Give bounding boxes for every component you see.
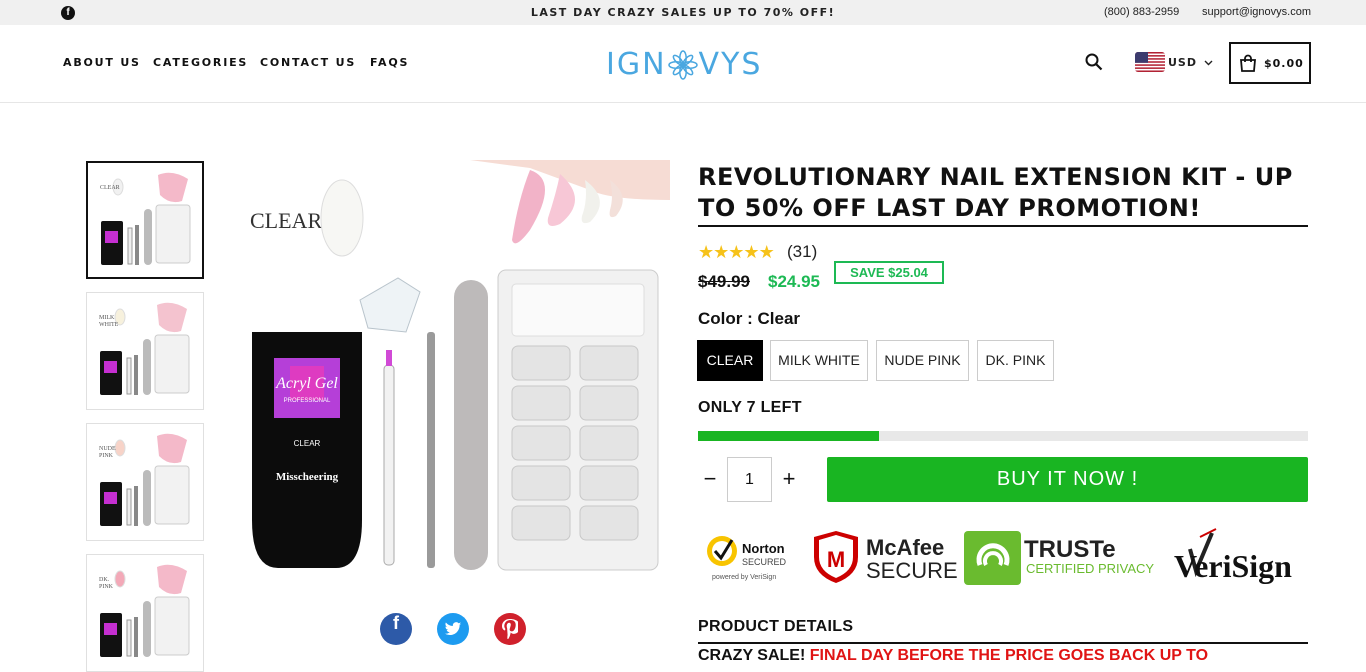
stock-label: ONLY 7 LEFT [698,399,802,416]
flower-icon [667,49,698,80]
announcement-bar: f LAST DAY CRAZY SALES UP TO 70% OFF! (8… [0,0,1366,25]
product-title: REVOLUTIONARY NAIL EXTENSION KIT - UP TO… [698,163,1293,222]
shopping-bag-icon [1240,54,1256,72]
norton-secured-badge: Norton SECURED powered by VeriSign [707,536,787,581]
details-text-red: FINAL DAY BEFORE THE PRICE GOES BACK UP … [809,647,1209,664]
verisign-badge: VeriSign [1174,528,1292,584]
stock-progress-fill [698,431,880,441]
details-text-black: CRAZY SALE! [698,647,810,664]
svg-text:M: M [827,547,845,572]
logo-text-left: IGN [606,47,667,82]
star-icon: ★ [743,242,759,262]
product-thumbnail-image [101,172,191,265]
cart-button[interactable]: $0.00 [1229,42,1311,84]
svg-text:Norton: Norton [742,541,785,556]
cart-total: $0.00 [1264,57,1304,70]
tube-maker: Misscheering [276,471,339,483]
nav-about-us[interactable]: ABOUT US [63,56,141,69]
nav-faqs[interactable]: FAQS [370,56,409,69]
title-divider [698,225,1308,227]
star-icon: ★ [698,242,714,262]
nav-categories[interactable]: CATEGORIES [153,56,248,69]
pinterest-glyph [502,619,520,640]
star-icon: ★ [713,242,729,262]
thumbnail-dk-pink[interactable]: DK. PINK [86,554,204,672]
thumbnail-label: DK. PINK [99,577,114,590]
product-thumbnail-image [100,433,190,526]
nav-contact-us[interactable]: CONTACT US [260,56,356,69]
logo-text-right: VYS [698,47,763,82]
facebook-icon[interactable]: f [380,613,412,645]
svg-text:SECURED: SECURED [742,557,787,567]
svg-text:McAfee: McAfee [866,535,944,560]
us-flag-icon[interactable] [1135,52,1165,72]
twitter-icon[interactable] [437,613,469,645]
currency-selector[interactable]: USD [1168,56,1213,69]
buy-it-now-button[interactable]: BUY IT NOW ! [827,457,1308,502]
tube-shade: CLEAR [294,439,321,448]
star-icon: ★ [728,242,744,262]
quantity-increase-button[interactable]: + [778,466,800,492]
color-label: Color : Clear [698,309,801,328]
thumbnail-nude-pink[interactable]: NUDE PINK [86,423,204,541]
rating-stars[interactable]: ★★★★★ [698,242,775,263]
thumbnail-label: NUDE PINK [99,446,116,459]
truste-certified-badge: TRUSTe CERTIFIED PRIVACY [964,531,1154,585]
currency-code: USD [1168,56,1197,69]
tube-subtitle: PROFESSIONAL [284,398,331,404]
pinterest-icon[interactable] [494,613,526,645]
review-count[interactable]: (31) [787,242,817,262]
quantity-decrease-button[interactable]: − [699,466,721,492]
quantity-input[interactable]: 1 [727,457,772,502]
thumbnail-clear[interactable]: CLEAR [86,161,204,279]
svg-text:VeriSign: VeriSign [1174,548,1292,584]
thumbnail-label: CLEAR [100,185,120,191]
color-option-clear[interactable]: CLEAR [697,340,763,381]
product-thumbnail-image [100,564,190,657]
svg-text:powered by VeriSign: powered by VeriSign [712,574,776,581]
original-price: $49.99 [698,272,750,291]
sale-price: $24.95 [768,272,820,291]
tube-brand: Acryl Gel [275,375,338,392]
search-icon[interactable] [1085,53,1103,71]
main-product-image[interactable]: CLEAR Acryl Gel PROFESSIONAL CLEAR Missc… [230,160,670,600]
stock-progress-bar [698,431,1308,441]
color-option-dk-pink[interactable]: DK. PINK [977,340,1054,381]
product-details-heading[interactable]: PRODUCT DETAILS [698,618,853,636]
color-option-milk-white[interactable]: MILK WHITE [770,340,868,381]
mcafee-secure-badge: M McAfee SECURE [814,531,958,583]
thumbnail-milk-white[interactable]: MILK WHITE [86,292,204,410]
phone-number[interactable]: (800) 883-2959 [1104,6,1179,18]
main-image-label: CLEAR [250,208,322,233]
savings-badge: SAVE $25.04 [834,261,944,284]
chevron-down-icon [1204,60,1213,66]
product-thumbnail-image [100,302,190,395]
twitter-bird-glyph [444,622,462,636]
color-option-nude-pink[interactable]: NUDE PINK [876,340,969,381]
thumbnail-label: MILK WHITE [99,315,119,328]
product-details-text: CRAZY SALE! FINAL DAY BEFORE THE PRICE G… [698,647,1318,665]
svg-text:TRUSTe: TRUSTe [1024,536,1116,563]
support-email[interactable]: support@ignovys.com [1202,6,1311,18]
site-header: ABOUT US CATEGORIES CONTACT US FAQS IGN … [0,25,1366,103]
site-logo[interactable]: IGN VYS [606,47,762,82]
svg-text:CERTIFIED PRIVACY: CERTIFIED PRIVACY [1026,561,1154,576]
product-details-divider [698,642,1308,644]
star-icon: ★ [758,242,775,262]
svg-text:SECURE: SECURE [866,558,958,583]
